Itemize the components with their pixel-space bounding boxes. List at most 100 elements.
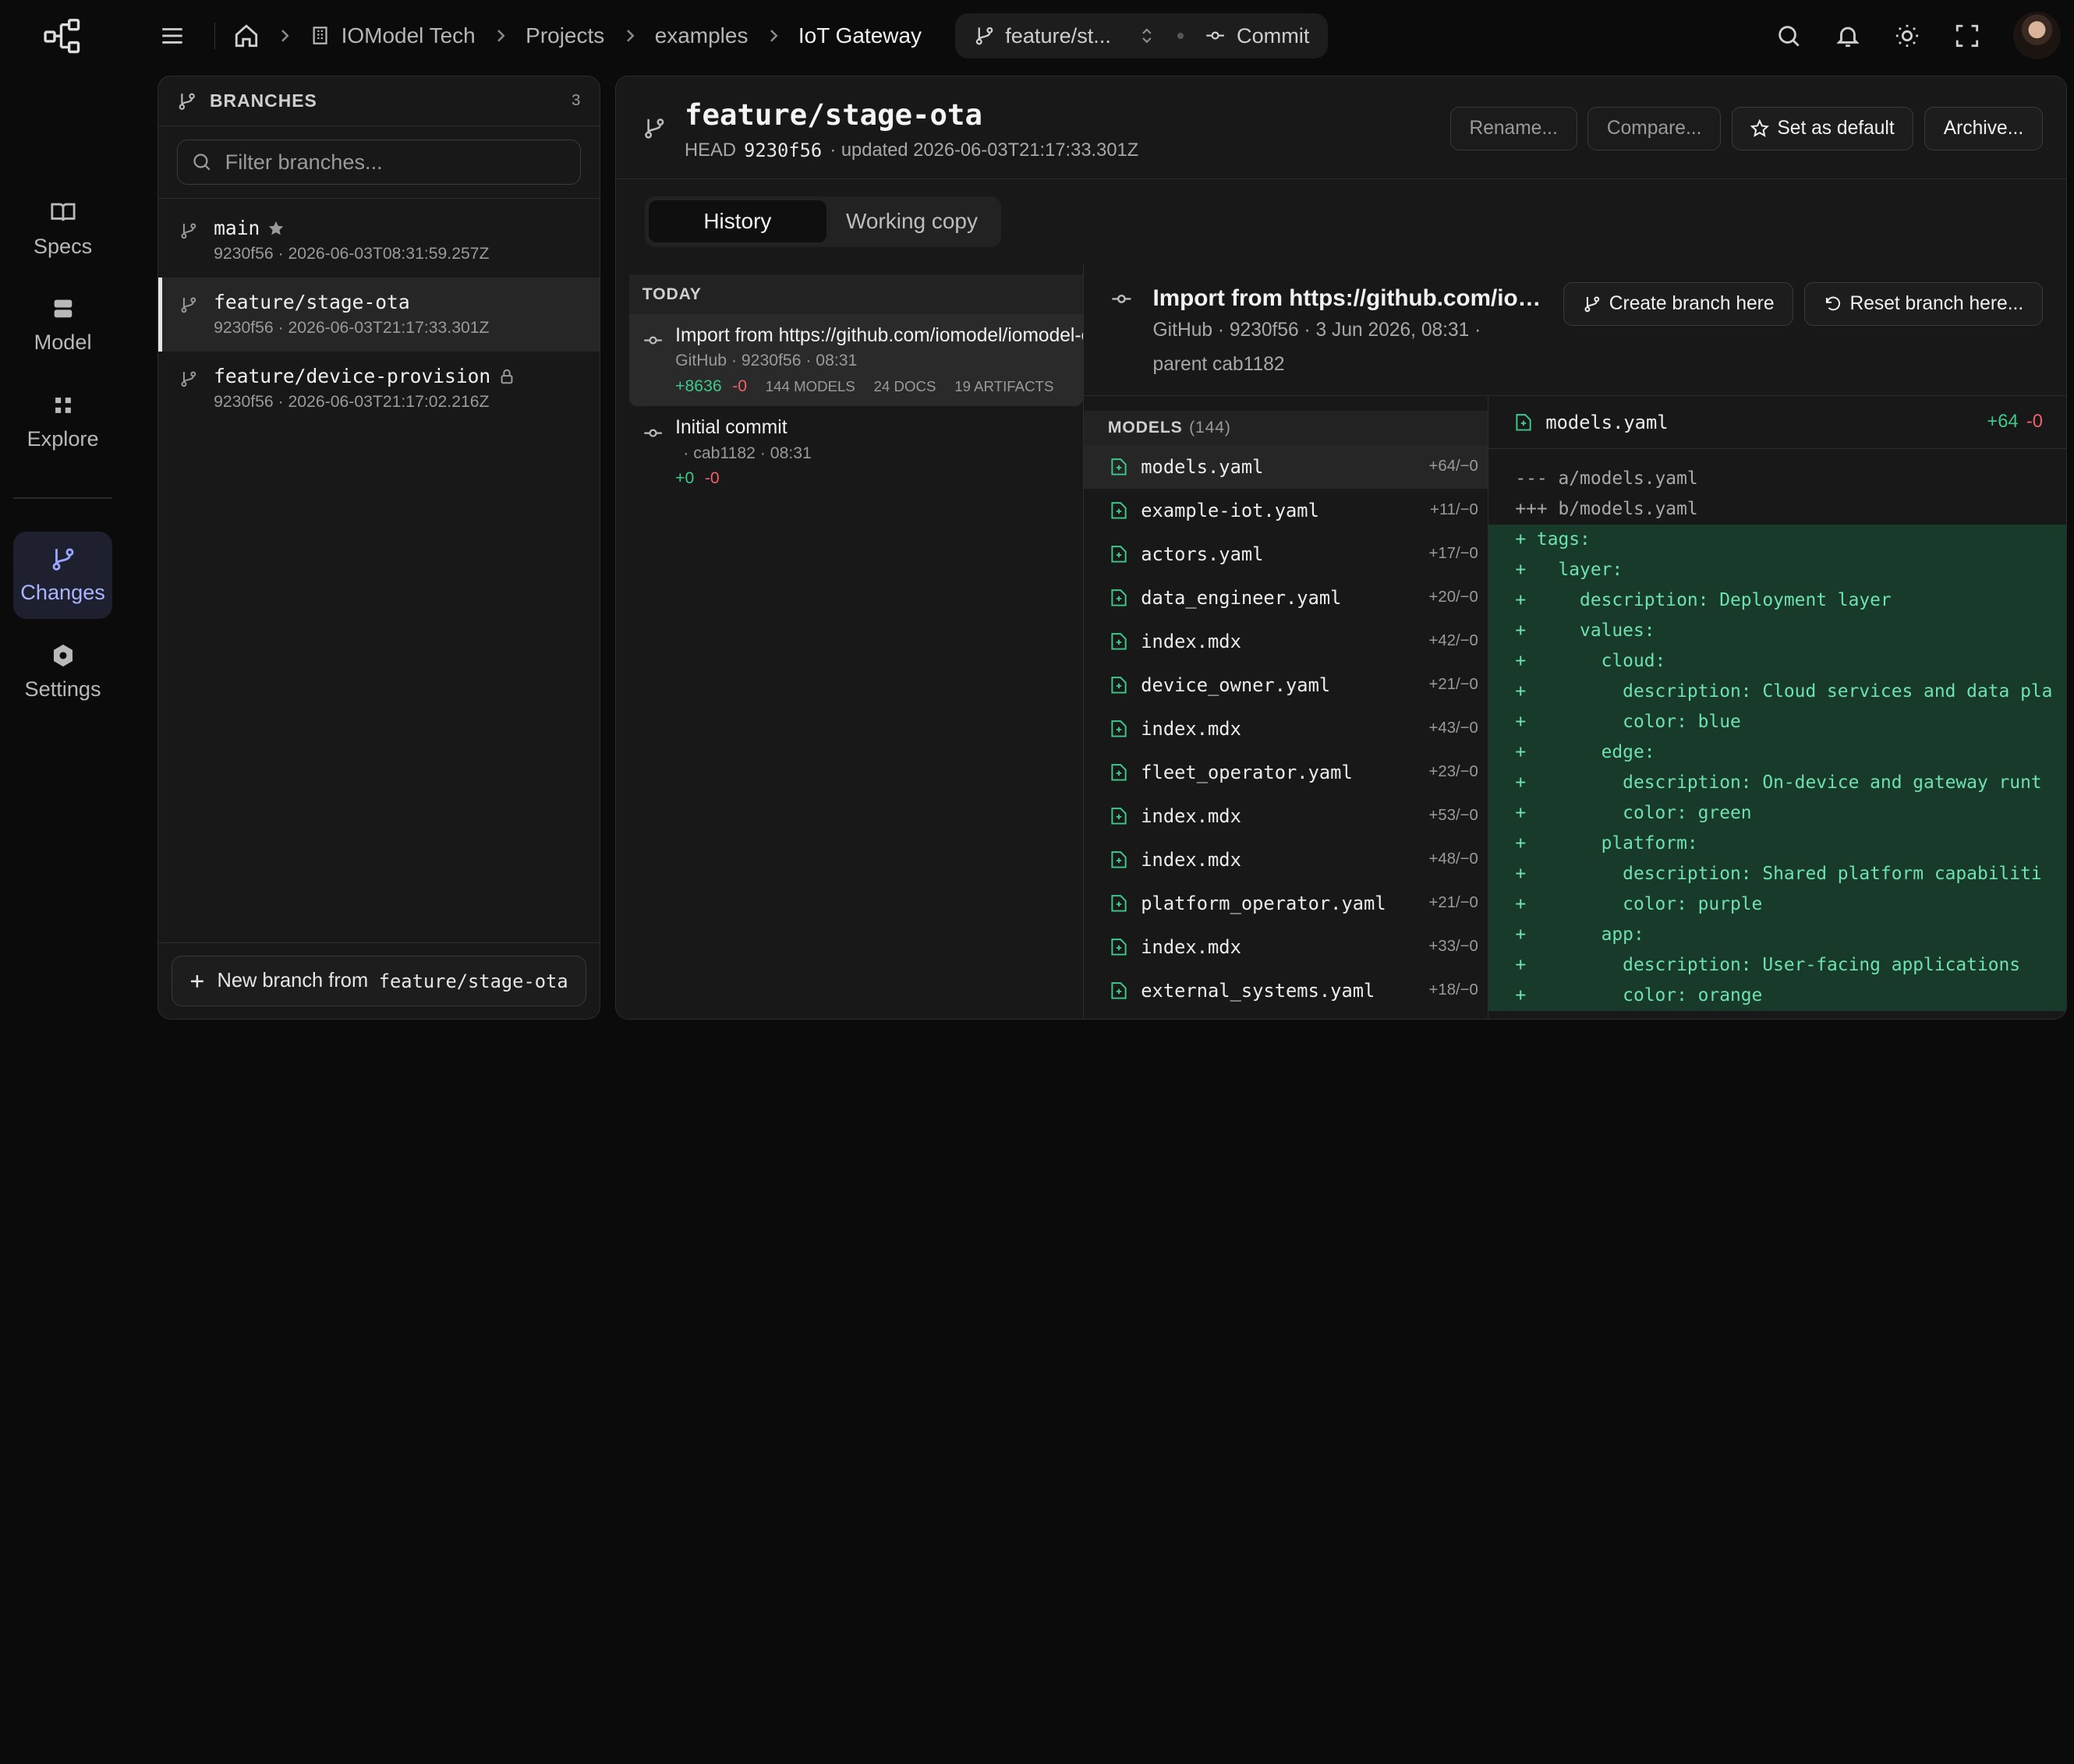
diff-line-header: --- a/models.yaml (1515, 468, 1698, 489)
star-outline-icon (1750, 118, 1770, 138)
breadcrumb-examples[interactable]: examples (655, 23, 749, 48)
file-row[interactable]: external_systems.yaml +18/−0 (1084, 969, 1487, 1013)
updated-timestamp: · updated 2026-06-03T21:17:33.301Z (830, 140, 1139, 161)
file-row[interactable]: fleet_operator.yaml +23/−0 (1084, 751, 1487, 794)
chevron-right-icon (764, 27, 783, 45)
rail-item-changes[interactable]: Changes (12, 531, 113, 619)
file-row[interactable]: index.mdx +53/−0 (1084, 794, 1487, 838)
tab-history[interactable]: History (649, 200, 826, 243)
commit-item[interactable]: Initial commit · cab1182 · 08:31 +0 -0 (629, 406, 1083, 498)
commit-detail-title: Import from https://github.com/iomodel/i… (1152, 285, 1558, 311)
commit-icon (1205, 25, 1226, 46)
file-stat: +21/−0 (1428, 894, 1478, 912)
commit-button-label[interactable]: Commit (1237, 23, 1309, 48)
commit-parent[interactable]: parent cab1182 (1153, 354, 1285, 376)
compare-button[interactable]: Compare... (1587, 106, 1722, 150)
rail-divider (12, 497, 113, 499)
file-row[interactable]: example-iot.yaml +11/−0 (1084, 489, 1487, 532)
topbar-actions (1775, 12, 2061, 60)
rail-item-label: Specs (33, 233, 93, 258)
rail-item-settings[interactable]: Settings (13, 628, 112, 716)
breadcrumb-project[interactable]: IoT Gateway (798, 23, 922, 48)
file-added-icon (1110, 807, 1127, 825)
home-icon[interactable] (233, 23, 260, 49)
separator-dot (1177, 32, 1184, 40)
search-icon (191, 151, 212, 172)
git-branch-icon (179, 295, 198, 314)
search-icon[interactable] (1775, 23, 1802, 49)
file-row[interactable]: device_owner.yaml +21/−0 (1084, 663, 1487, 707)
avatar[interactable] (2012, 12, 2061, 60)
diff-line-added: + values: (1488, 615, 2067, 646)
rail-item-label: Model (34, 330, 92, 355)
archive-button[interactable]: Archive... (1924, 106, 2043, 150)
rail-item-specs[interactable]: Specs (13, 185, 112, 272)
breadcrumb-org[interactable]: IOModel Tech (310, 23, 476, 48)
diff-file-name: models.yaml (1545, 411, 1669, 433)
commit-item[interactable]: Import from https://github.com/iomodel/i… (628, 314, 1083, 407)
file-row[interactable]: data_engineer.yaml +20/−0 (1084, 576, 1487, 620)
fullscreen-icon[interactable] (1954, 23, 1980, 49)
branch-filter-input[interactable] (225, 149, 568, 175)
bell-icon[interactable] (1835, 23, 1861, 49)
file-row[interactable]: index.mdx +43/−0 (1084, 707, 1487, 751)
file-stat: +18/−0 (1428, 981, 1478, 999)
commit-icon (1110, 288, 1133, 310)
file-stat: +53/−0 (1428, 807, 1478, 825)
file-stat: +64/−0 (1428, 458, 1478, 475)
diff-line-added: + description: Deployment layer (1488, 585, 2067, 616)
hamburger-menu-icon[interactable] (159, 23, 186, 49)
file-row[interactable]: index.mdx +48/−0 (1084, 838, 1487, 882)
new-branch-button[interactable]: New branch from feature/stage-ota (171, 956, 587, 1006)
lock-icon (498, 368, 515, 385)
set-default-button[interactable]: Set as default (1731, 106, 1914, 150)
file-name: index.mdx (1141, 848, 1241, 871)
diff-line-added: + layer: (1488, 554, 2067, 585)
rename-button[interactable]: Rename... (1449, 106, 1577, 150)
branch-meta: 9230f56 · 2026-06-03T21:17:02.216Z (214, 393, 490, 412)
tab-working-copy[interactable]: Working copy (826, 200, 998, 242)
file-stat: +20/−0 (1428, 589, 1478, 606)
reset-branch-here-button[interactable]: Reset branch here... (1803, 282, 2043, 327)
file-row[interactable]: actors.yaml +17/−0 (1084, 532, 1487, 576)
sun-icon[interactable] (1894, 23, 1920, 49)
diff-line-added: + color: green (1488, 797, 2067, 829)
file-stat: +42/−0 (1428, 632, 1478, 650)
branch-item-main[interactable]: main 9230f56 · 2026-06-03T08:31:59.257Z (158, 204, 600, 278)
commit-detail: Import from https://github.com/iomodel/i… (1084, 264, 2067, 397)
branch-switcher[interactable]: feature/st... Commit (954, 12, 1329, 58)
branch-meta: 9230f56 · 2026-06-03T21:17:33.301Z (214, 319, 490, 338)
file-name: models.yaml (1141, 455, 1264, 478)
commit-icon (642, 422, 664, 444)
file-row[interactable]: index.mdx +42/−0 (1084, 620, 1487, 663)
diff-header: models.yaml +64 -0 (1488, 396, 2067, 450)
file-added-icon (1110, 632, 1127, 651)
rail-item-explore[interactable]: Explore (13, 378, 112, 465)
breadcrumb-projects[interactable]: Projects (526, 23, 604, 48)
logo-graph-icon[interactable] (41, 15, 83, 57)
file-name: index.mdx (1141, 630, 1241, 652)
branch-detail-panel: feature/stage-ota HEAD 9230f56 · updated… (614, 75, 2068, 1020)
chevron-up-down-icon (1138, 27, 1156, 45)
app-window: Specs Model Explore Changes Settings IOM… (0, 0, 2074, 1040)
branch-filter (176, 140, 582, 185)
file-row[interactable]: platform_operator.yaml +21/−0 (1084, 882, 1487, 925)
git-branch-icon (179, 221, 198, 240)
file-stat: +21/−0 (1428, 676, 1478, 694)
branch-item-feature-device-provision[interactable]: feature/device-provision 9230f56 · 2026-… (158, 352, 600, 426)
branch-item-feature-stage-ota[interactable]: feature/stage-ota 9230f56 · 2026-06-03T2… (157, 278, 600, 352)
diff-viewer: models.yaml +64 -0 --- a/models.yaml +++ … (1488, 396, 2067, 1019)
book-icon (50, 199, 76, 225)
history-group-header: TODAY (628, 274, 1083, 315)
diff-line-added: + cloud: (1488, 645, 2067, 677)
create-branch-here-button[interactable]: Create branch here (1563, 282, 1794, 327)
file-row[interactable]: index.mdx +33/−0 (1084, 925, 1487, 969)
branches-title: BRANCHES (209, 90, 317, 111)
commit-title: Initial commit (675, 416, 787, 438)
history-list: TODAY Import from https://github.com/iom… (628, 274, 1083, 1019)
git-branch-icon (974, 25, 995, 46)
left-rail: Specs Model Explore Changes Settings (0, 0, 124, 1039)
file-row[interactable]: models.yaml +64/−0 (1084, 444, 1488, 489)
branches-footer: New branch from feature/stage-ota (157, 942, 600, 1019)
rail-item-model[interactable]: Model (13, 281, 112, 369)
